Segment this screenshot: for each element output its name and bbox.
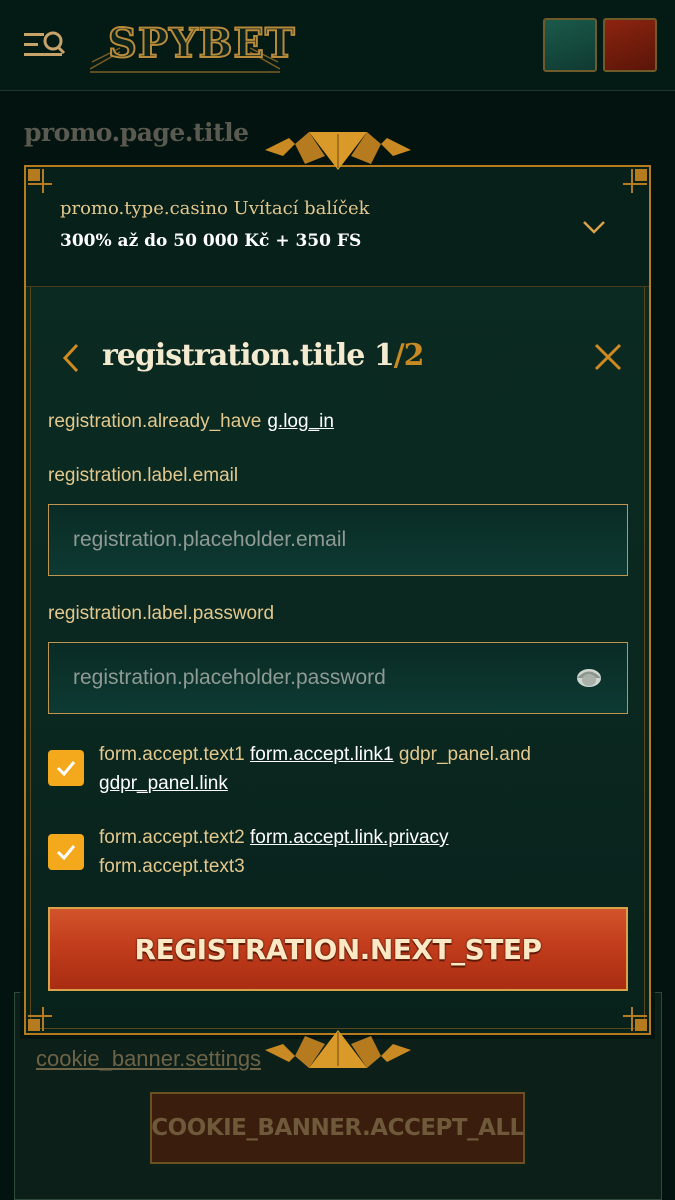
- accept-text1: form.accept.text1: [99, 744, 245, 765]
- checkmark-icon: [56, 761, 76, 777]
- password-label: registration.label.password: [48, 603, 275, 624]
- registration-title-text: registration.title: [102, 338, 365, 373]
- password-field[interactable]: [48, 642, 628, 714]
- corner-ornament-icon: [28, 1007, 52, 1031]
- wallet-button[interactable]: [543, 18, 597, 72]
- menu-search-icon[interactable]: [22, 27, 66, 63]
- profile-button[interactable]: [603, 18, 657, 72]
- chevron-left-icon[interactable]: [60, 341, 82, 375]
- cookie-accept-all-button[interactable]: COOKIE_BANNER.ACCEPT_ALL: [150, 1092, 525, 1164]
- gdpr-link[interactable]: gdpr_panel.link: [99, 773, 228, 794]
- corner-ornament-icon: [623, 169, 647, 193]
- step-total: /2: [393, 338, 425, 373]
- eye-icon[interactable]: [575, 667, 603, 689]
- accept-text3: form.accept.text3: [99, 856, 245, 877]
- step-current: 1: [373, 338, 395, 373]
- email-input[interactable]: [73, 528, 603, 552]
- spybet-logo[interactable]: SPYBET: [90, 14, 296, 74]
- chevron-down-icon[interactable]: [582, 217, 606, 237]
- registration-title: registration.title 1/2: [102, 338, 425, 373]
- password-input[interactable]: [73, 666, 575, 690]
- terms-checkbox[interactable]: [48, 750, 84, 786]
- modal-frame-line: [30, 171, 645, 1029]
- next-step-button[interactable]: REGISTRATION.NEXT_STEP: [48, 907, 628, 991]
- corner-ornament-icon: [28, 169, 52, 193]
- terms-consent-text: form.accept.text1 form.accept.link1 gdpr…: [99, 740, 619, 798]
- cookie-settings-link[interactable]: cookie_banner.settings: [36, 1046, 261, 1072]
- privacy-link[interactable]: form.accept.link.privacy: [250, 827, 449, 848]
- promo-type-label: promo.type.casino Uvítací balíček: [60, 198, 370, 219]
- accept-link1[interactable]: form.accept.link1: [250, 744, 394, 765]
- deco-ornament-top-icon: [265, 132, 411, 170]
- email-label: registration.label.email: [48, 465, 239, 486]
- deco-ornament-bottom-icon: [265, 1030, 411, 1068]
- email-field[interactable]: [48, 504, 628, 576]
- gdpr-and-text: gdpr_panel.and: [398, 744, 531, 765]
- promo-selector[interactable]: promo.type.casino Uvítací balíček 300% a…: [26, 167, 649, 287]
- promo-offer-text: 300% až do 50 000 Kč + 350 FS: [60, 231, 362, 251]
- already-have-text: registration.already_have: [48, 411, 262, 432]
- top-header: SPYBET: [0, 0, 675, 91]
- privacy-checkbox[interactable]: [48, 834, 84, 870]
- corner-ornament-icon: [623, 1007, 647, 1031]
- registration-modal: promo.type.casino Uvítací balíček 300% a…: [24, 165, 651, 1035]
- logo-text: SPYBET: [107, 19, 296, 68]
- log-in-link[interactable]: g.log_in: [267, 411, 334, 432]
- already-have-account: registration.already_have g.log_in: [48, 411, 334, 433]
- accept-text2: form.accept.text2: [99, 827, 245, 848]
- close-icon[interactable]: [592, 341, 624, 373]
- privacy-consent-text: form.accept.text2 form.accept.link.priva…: [99, 823, 619, 881]
- page-title: promo.page.title: [24, 118, 249, 147]
- checkmark-icon: [56, 845, 76, 861]
